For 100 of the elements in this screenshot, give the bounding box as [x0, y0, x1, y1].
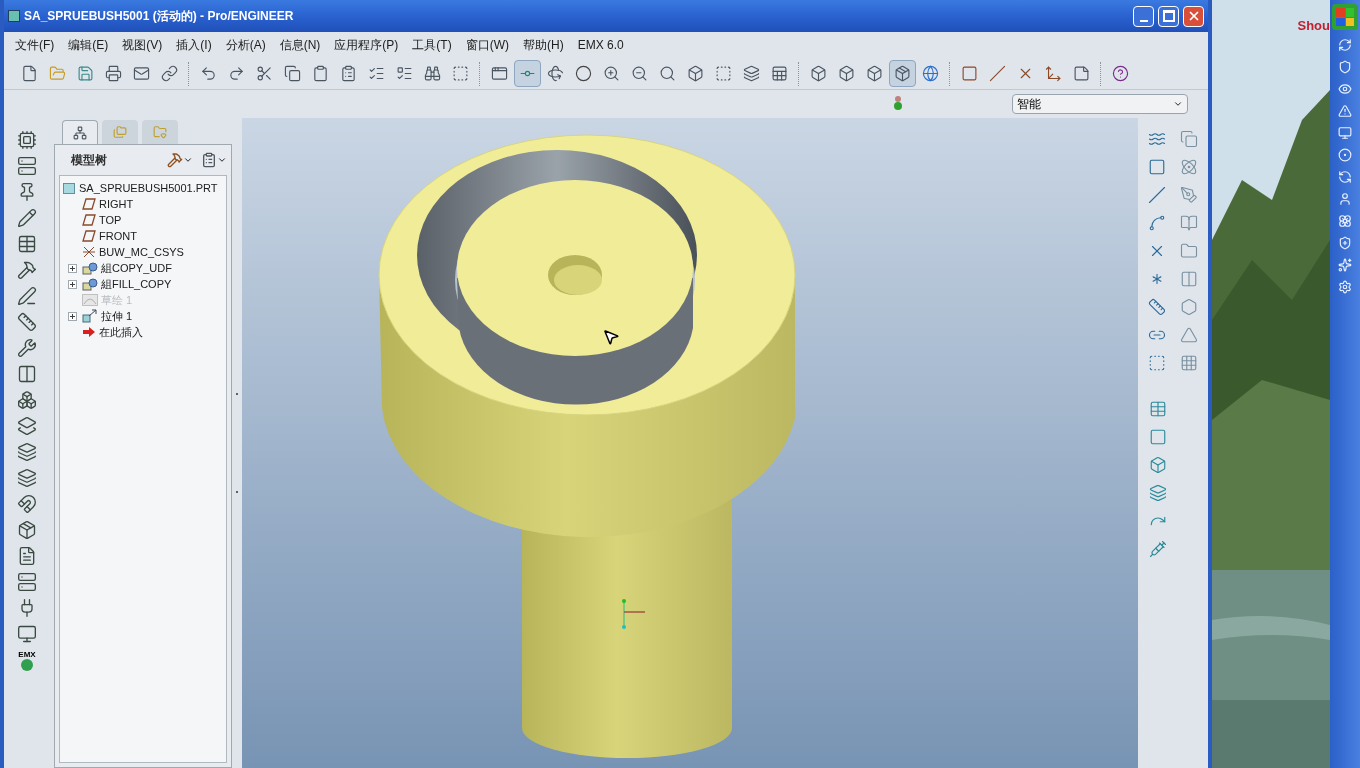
- feature-tool-icon[interactable]: [17, 338, 37, 358]
- toolbar-button[interactable]: [889, 60, 916, 87]
- menu-item[interactable]: 视图(V): [115, 36, 170, 54]
- feature-tool-icon[interactable]: [17, 494, 37, 514]
- tree-item[interactable]: 在此插入: [60, 324, 226, 340]
- datum-tool-icon[interactable]: [1148, 298, 1166, 316]
- graphics-viewport[interactable]: [242, 118, 1138, 768]
- tray-icon[interactable]: [1338, 38, 1352, 52]
- wireframe-cube-icon: [838, 65, 855, 82]
- clipboard-list-icon: [340, 65, 357, 82]
- feature-tool-icon[interactable]: [17, 390, 37, 410]
- tree-item[interactable]: 拉伸 1: [60, 308, 226, 324]
- menu-item[interactable]: 插入(I): [169, 36, 219, 54]
- feature-tool-icon[interactable]: [17, 130, 37, 150]
- tray-icon[interactable]: [1338, 60, 1352, 74]
- panel-tab[interactable]: [62, 120, 98, 144]
- feature-tool-icon[interactable]: [17, 468, 37, 488]
- feature-tool-icon[interactable]: [17, 572, 37, 592]
- datum-tool-icon[interactable]: [1180, 130, 1198, 148]
- datum-tool-icon[interactable]: [1180, 326, 1198, 344]
- expand-toggle[interactable]: [68, 263, 77, 273]
- tree-icon: [73, 125, 87, 140]
- menu-item[interactable]: 工具(T): [405, 36, 459, 54]
- datum-tool-icon[interactable]: [1180, 354, 1198, 372]
- edit-tool-icon[interactable]: [1149, 540, 1167, 558]
- datum-tool-icon[interactable]: [1148, 354, 1166, 372]
- layers-icon: [743, 65, 760, 82]
- tray-icon[interactable]: [1338, 104, 1352, 118]
- tree-item[interactable]: FRONT: [60, 228, 226, 244]
- selection-filter-dropdown[interactable]: 智能: [1012, 94, 1188, 114]
- feature-tool-icon[interactable]: [17, 156, 37, 176]
- tray-icon[interactable]: [1338, 258, 1352, 272]
- close-button[interactable]: [1183, 5, 1204, 27]
- feature-tool-icon[interactable]: [17, 442, 37, 462]
- menu-item[interactable]: 分析(A): [218, 36, 273, 54]
- edit-tool-icon[interactable]: [1149, 456, 1167, 474]
- maximize-button[interactable]: [1158, 5, 1179, 27]
- note-icon: [1073, 65, 1090, 82]
- feature-tool-icon[interactable]: [17, 416, 37, 436]
- menu-item[interactable]: 帮助(H): [516, 36, 571, 54]
- hammer-icon[interactable]: [167, 152, 183, 168]
- feature-tool-icon[interactable]: [17, 286, 37, 306]
- dropdown-caret-icon[interactable]: [217, 155, 227, 165]
- feature-tool-icon[interactable]: [17, 520, 37, 540]
- edit-tool-icon[interactable]: [1149, 428, 1167, 446]
- expand-toggle[interactable]: [68, 311, 77, 321]
- zoom-out-icon: [631, 65, 648, 82]
- datum-tool-icon[interactable]: [1148, 130, 1166, 148]
- tray-icon[interactable]: [1338, 192, 1352, 206]
- tree-item[interactable]: RIGHT: [60, 196, 226, 212]
- feature-tool-icon[interactable]: [17, 624, 37, 644]
- start-logo-icon[interactable]: [1332, 4, 1358, 30]
- feature-tool-icon[interactable]: [17, 260, 37, 280]
- datum-tool-icon[interactable]: [1180, 214, 1198, 232]
- tray-icon[interactable]: [1338, 126, 1352, 140]
- wireframe-cube-icon: [810, 65, 827, 82]
- datum-tool-icon[interactable]: [1180, 242, 1198, 260]
- tree-item[interactable]: 組FILL_COPY: [60, 276, 226, 292]
- menu-item[interactable]: 信息(N): [272, 36, 328, 54]
- tray-icon[interactable]: [1338, 214, 1352, 228]
- insert-arrow-icon: [82, 326, 96, 338]
- datum-tool-icon[interactable]: [1148, 158, 1166, 176]
- axis-icon: [989, 65, 1006, 82]
- list-icon[interactable]: [201, 152, 217, 168]
- feature-tool-icon[interactable]: [17, 312, 37, 332]
- tray-icon[interactable]: [1338, 236, 1352, 250]
- tree-item[interactable]: 組COPY_UDF: [60, 260, 226, 276]
- feature-tool-icon[interactable]: [17, 234, 37, 254]
- menu-item[interactable]: 窗口(W): [458, 36, 516, 54]
- dropdown-caret-icon[interactable]: [183, 155, 193, 165]
- datum-tool-icon[interactable]: [1180, 186, 1198, 204]
- menu-item[interactable]: 应用程序(P): [327, 36, 406, 54]
- datum-tool-icon[interactable]: [1180, 298, 1198, 316]
- search-icon: [659, 65, 676, 82]
- tree-item[interactable]: TOP: [60, 212, 226, 228]
- menu-item[interactable]: EMX 6.0: [570, 36, 631, 54]
- folder-icon: [153, 125, 167, 139]
- cube-icon: [866, 65, 883, 82]
- dashed-box-icon: [452, 65, 469, 82]
- expand-toggle[interactable]: [68, 279, 77, 289]
- menu-item[interactable]: 编辑(E): [61, 36, 116, 54]
- save-icon: [77, 65, 94, 82]
- tray-icon[interactable]: [1338, 170, 1352, 184]
- tray-icon[interactable]: [1338, 280, 1352, 294]
- tree-item[interactable]: SA_SPRUEBUSH5001.PRT: [60, 180, 226, 196]
- menu-item[interactable]: 文件(F): [8, 36, 62, 54]
- edit-tool-icon[interactable]: [1149, 400, 1167, 418]
- datum-tool-icon[interactable]: [1148, 214, 1166, 232]
- new-file-icon: [21, 65, 38, 82]
- tray-icon[interactable]: [1338, 82, 1352, 96]
- edit-tool-icon[interactable]: [1149, 484, 1167, 502]
- feature-tool-icon[interactable]: [17, 364, 37, 384]
- datum-tool-icon[interactable]: [1148, 186, 1166, 204]
- minimize-button[interactable]: [1133, 5, 1154, 27]
- feature-tool-icon[interactable]: [17, 208, 37, 228]
- datum-tool-icon[interactable]: [1180, 158, 1198, 176]
- tray-icon[interactable]: [1338, 148, 1352, 162]
- tree-item[interactable]: BUW_MC_CSYS: [60, 244, 226, 260]
- toolbar-button[interactable]: [514, 60, 541, 87]
- feature-tool-icon[interactable]: [17, 546, 37, 566]
